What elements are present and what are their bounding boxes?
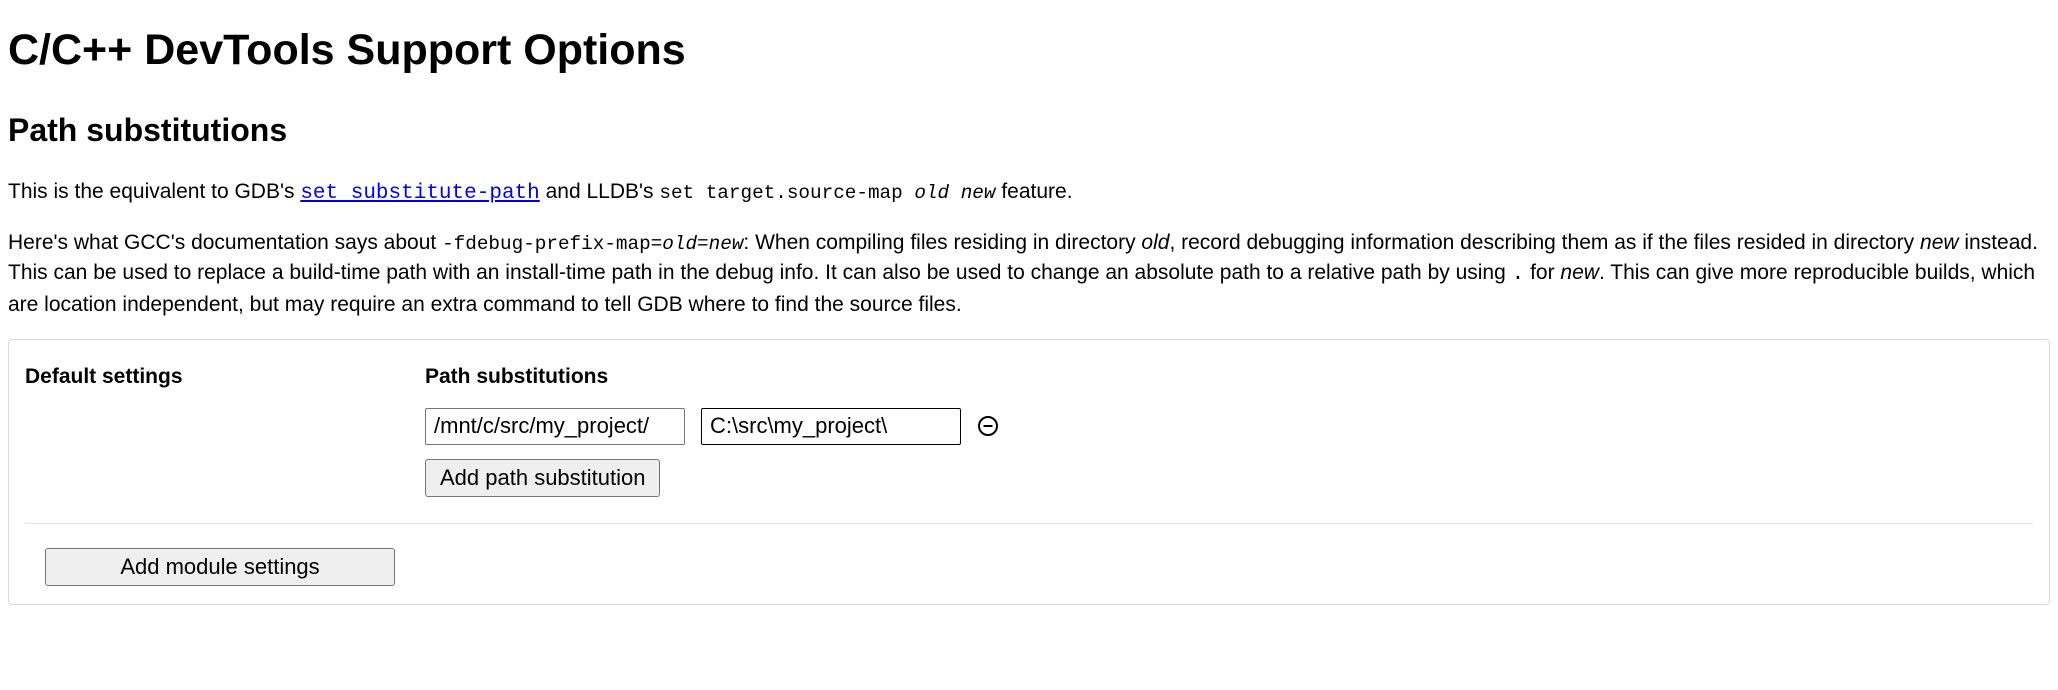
description-paragraph-2: Here's what GCC's documentation says abo… <box>8 228 2050 319</box>
text-new: new <box>1920 231 1959 254</box>
divider <box>25 523 2033 524</box>
path-substitution-row <box>425 408 2033 445</box>
default-settings-label: Default settings <box>25 362 425 496</box>
text: for <box>1524 261 1560 284</box>
set-substitute-path-link[interactable]: set substitute-path <box>300 182 539 205</box>
path-substitutions-label: Path substitutions <box>425 362 2033 391</box>
section-heading-path-substitutions: Path substitutions <box>8 108 2050 153</box>
path-from-input[interactable] <box>425 408 685 445</box>
text: : When compiling files residing in direc… <box>743 231 1141 254</box>
text-dot: . <box>1512 263 1525 286</box>
text: and LLDB's <box>540 180 660 203</box>
text: feature. <box>995 180 1072 203</box>
settings-panel: Default settings Path substitutions Add … <box>8 339 2050 604</box>
text-old: old <box>1141 231 1169 254</box>
remove-row-icon[interactable] <box>977 415 999 437</box>
text: This is the equivalent to GDB's <box>8 180 300 203</box>
text: Here's what GCC's documentation says abo… <box>8 231 442 254</box>
text: , record debugging information describin… <box>1169 231 1920 254</box>
add-path-substitution-button[interactable]: Add path substitution <box>425 459 660 497</box>
description-paragraph-1: This is the equivalent to GDB's set subs… <box>8 177 2050 208</box>
add-module-settings-button[interactable]: Add module settings <box>45 548 395 586</box>
text-new: new <box>1560 261 1599 284</box>
code-fdebug-flag: -fdebug-prefix-map=old=new <box>442 233 743 255</box>
page-title: C/C++ DevTools Support Options <box>8 20 2050 80</box>
path-to-input[interactable] <box>701 408 961 445</box>
code-lldb-command: set target.source-map old new <box>659 182 995 204</box>
